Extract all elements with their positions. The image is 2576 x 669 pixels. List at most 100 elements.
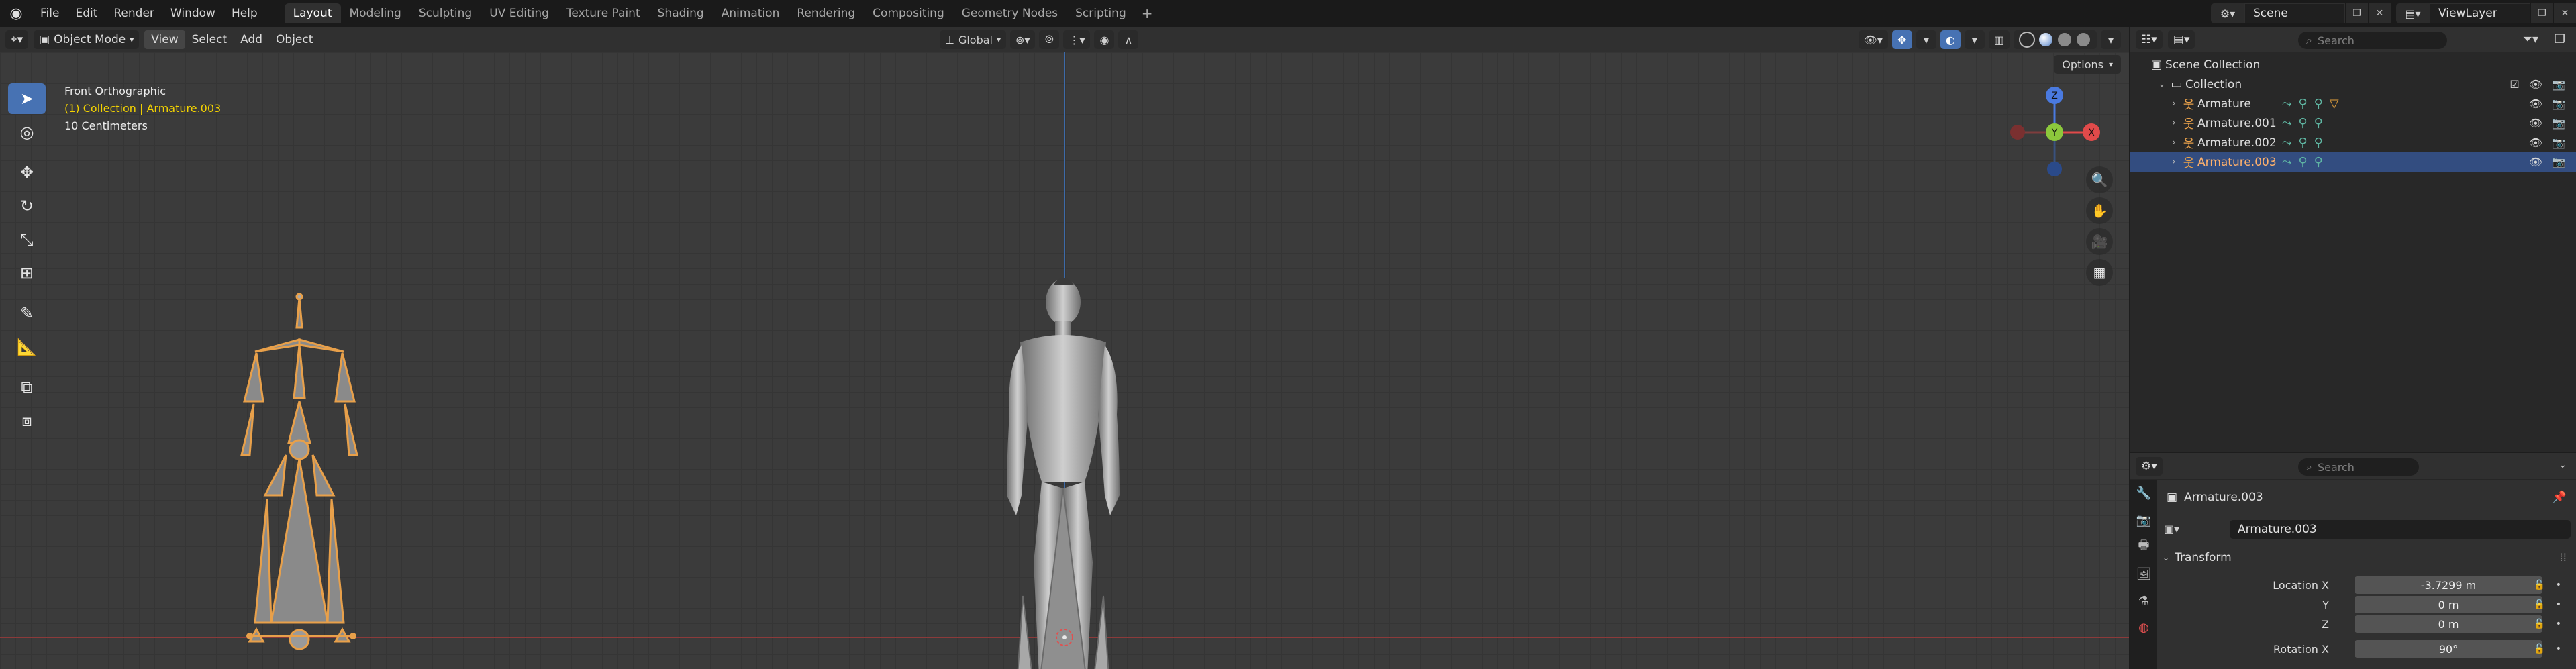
new-scene-icon[interactable]: ❐	[2345, 3, 2368, 23]
tab-layout[interactable]: Layout	[284, 3, 341, 23]
chevron-right-icon[interactable]: ›	[2168, 118, 2180, 128]
scene-name-field[interactable]: Scene	[2244, 3, 2345, 23]
checkbox-icon[interactable]: ☑	[2510, 78, 2519, 91]
shading-dropdown[interactable]: ▾	[2101, 30, 2121, 49]
rotation-x-field[interactable]: 90°	[2355, 640, 2542, 658]
bone-icon[interactable]: ⚲	[2298, 136, 2307, 150]
pose-icon[interactable]: ⤳	[2282, 155, 2291, 169]
bone-icon[interactable]: ⚲	[2298, 155, 2307, 169]
overlays-dropdown[interactable]: ▾	[1964, 30, 1985, 49]
zoom-icon[interactable]: 🔍	[2086, 166, 2113, 193]
mode-dropdown[interactable]: ▣ Object Mode ▾	[34, 30, 140, 49]
rig-icon[interactable]: ⚲	[2314, 136, 2323, 150]
location-z-field[interactable]: 0 m	[2355, 615, 2542, 633]
wireframe-shading-icon[interactable]	[2019, 32, 2035, 48]
snap-toggle[interactable]: ⦾	[1039, 30, 1060, 49]
delete-scene-icon[interactable]: ✕	[2368, 3, 2391, 23]
pose-icon[interactable]: ⤳	[2282, 136, 2291, 150]
eye-icon[interactable]: 👁	[2529, 117, 2542, 130]
pose-icon[interactable]: ⤳	[2282, 116, 2291, 130]
editor-type-icon[interactable]: ⌖▾	[5, 30, 29, 49]
chevron-right-icon[interactable]: ›	[2168, 138, 2180, 148]
snap-target-dropdown[interactable]: ⋮▾	[1063, 30, 1091, 49]
rig-icon[interactable]: ⚲	[2314, 155, 2323, 169]
visibility-dropdown[interactable]: 👁▾	[1858, 30, 1888, 49]
material-shading-icon[interactable]	[2057, 32, 2073, 48]
menu-window[interactable]: Window	[162, 0, 224, 27]
menu-render[interactable]: Render	[105, 0, 162, 27]
rig-icon[interactable]: ⚲	[2314, 116, 2323, 130]
location-x-field[interactable]: -3.7299 m	[2355, 576, 2542, 594]
overlays-toggle[interactable]: ◐	[1940, 30, 1961, 49]
solid-shading-icon[interactable]	[2038, 32, 2054, 48]
menu-add[interactable]: Add	[234, 30, 269, 49]
object-name-field[interactable]: Armature.003	[2230, 520, 2571, 539]
outliner-item-armature-003[interactable]: › 웃 Armature.003 ⤳ ⚲ ⚲ 👁 📷	[2130, 152, 2576, 172]
proportional-edit-toggle[interactable]: ◉	[1094, 30, 1115, 49]
blender-logo-icon[interactable]: ◉	[0, 0, 32, 27]
camera-icon[interactable]: 📷	[2552, 78, 2565, 91]
outliner-editor-type-icon[interactable]: ☷▾	[2136, 30, 2163, 49]
camera-icon[interactable]: 📷	[2552, 97, 2565, 110]
outliner-item-armature-002[interactable]: › 웃 Armature.002 ⤳ ⚲ ⚲ 👁 📷	[2130, 133, 2576, 152]
outliner-item-armature-001[interactable]: › 웃 Armature.001 ⤳ ⚲ ⚲ 👁 📷	[2130, 113, 2576, 133]
rig-icon[interactable]: ⚲	[2314, 97, 2323, 111]
pan-hand-icon[interactable]: ✋	[2086, 197, 2113, 224]
gizmo-dropdown[interactable]: ▾	[1916, 30, 1936, 49]
tab-uv-editing[interactable]: UV Editing	[481, 3, 558, 23]
falloff-dropdown[interactable]: ∧	[1118, 30, 1139, 49]
menu-file[interactable]: File	[32, 0, 67, 27]
keyframe-dot-icon[interactable]: •	[2556, 619, 2561, 629]
camera-icon[interactable]: 📷	[2552, 117, 2565, 130]
3d-viewport[interactable]: Front Orthographic (1) Collection | Arma…	[0, 52, 2129, 669]
outliner-item-armature[interactable]: › 웃 Armature ⤳ ⚲ ⚲ ▽ 👁 📷	[2130, 94, 2576, 113]
world-tab-icon[interactable]: ◍	[2130, 614, 2157, 641]
bone-icon[interactable]: ⚲	[2298, 97, 2307, 111]
perspective-toggle-icon[interactable]: ▦	[2086, 259, 2113, 286]
view-layer-name-field[interactable]: ViewLayer	[2430, 3, 2530, 23]
new-view-layer-icon[interactable]: ❐	[2530, 3, 2553, 23]
menu-object[interactable]: Object	[269, 30, 319, 49]
tab-texture-paint[interactable]: Texture Paint	[558, 3, 649, 23]
render-tab-icon[interactable]: 📷	[2130, 507, 2157, 533]
bone-icon[interactable]: ⚲	[2298, 116, 2307, 130]
tab-compositing[interactable]: Compositing	[864, 3, 953, 23]
filter-icon[interactable]: ⏷▾	[2523, 32, 2538, 46]
display-mode-icon[interactable]: ▤▾	[2167, 30, 2195, 49]
keyframe-dot-icon[interactable]: •	[2556, 599, 2561, 610]
tab-scripting[interactable]: Scripting	[1067, 3, 1135, 23]
tab-shading[interactable]: Shading	[649, 3, 713, 23]
location-y-field[interactable]: 0 m	[2355, 596, 2542, 613]
chevron-right-icon[interactable]: ›	[2168, 99, 2180, 109]
keyframe-dot-icon[interactable]: •	[2556, 644, 2561, 654]
scene-icon[interactable]: ⚙▾	[2211, 3, 2244, 23]
delete-view-layer-icon[interactable]: ✕	[2553, 3, 2576, 23]
camera-icon[interactable]: 📷	[2552, 136, 2565, 149]
gizmo-toggle[interactable]: ✥	[1891, 30, 1912, 49]
scene-collection-row[interactable]: ▣ Scene Collection	[2130, 55, 2576, 74]
outliner-search-input[interactable]: ⌕ Search	[2298, 32, 2447, 49]
eye-icon[interactable]: 👁	[2529, 156, 2542, 168]
menu-help[interactable]: Help	[224, 0, 266, 27]
view-layer-tab-icon[interactable]: 🖼	[2130, 560, 2157, 587]
chevron-right-icon[interactable]: ›	[2168, 157, 2180, 167]
eye-icon[interactable]: 👁	[2529, 136, 2542, 149]
eye-icon[interactable]: 👁	[2529, 78, 2542, 91]
view-layer-icon[interactable]: ▤▾	[2396, 3, 2430, 23]
properties-editor-type-icon[interactable]: ⚙▾	[2136, 456, 2163, 476]
keyframe-dot-icon[interactable]: •	[2556, 580, 2561, 590]
tab-animation[interactable]: Animation	[713, 3, 789, 23]
output-tab-icon[interactable]: 🖶	[2130, 533, 2157, 560]
scene-tab-icon[interactable]: ⚗	[2130, 587, 2157, 614]
menu-edit[interactable]: Edit	[67, 0, 105, 27]
lock-icon[interactable]: 🔓	[2534, 644, 2545, 654]
tab-rendering[interactable]: Rendering	[788, 3, 864, 23]
pin-icon[interactable]: 📌	[2553, 491, 2567, 504]
collection-row[interactable]: ⌄ ▭ Collection ☑ 👁 📷	[2130, 74, 2576, 94]
rendered-shading-icon[interactable]	[2075, 32, 2091, 48]
armature-rig[interactable]	[240, 293, 358, 650]
chevron-down-icon[interactable]: ⌄	[2559, 460, 2567, 470]
menu-view[interactable]: View	[144, 30, 185, 49]
navigation-gizmo[interactable]: Z Y X	[2004, 82, 2105, 183]
menu-select[interactable]: Select	[185, 30, 234, 49]
